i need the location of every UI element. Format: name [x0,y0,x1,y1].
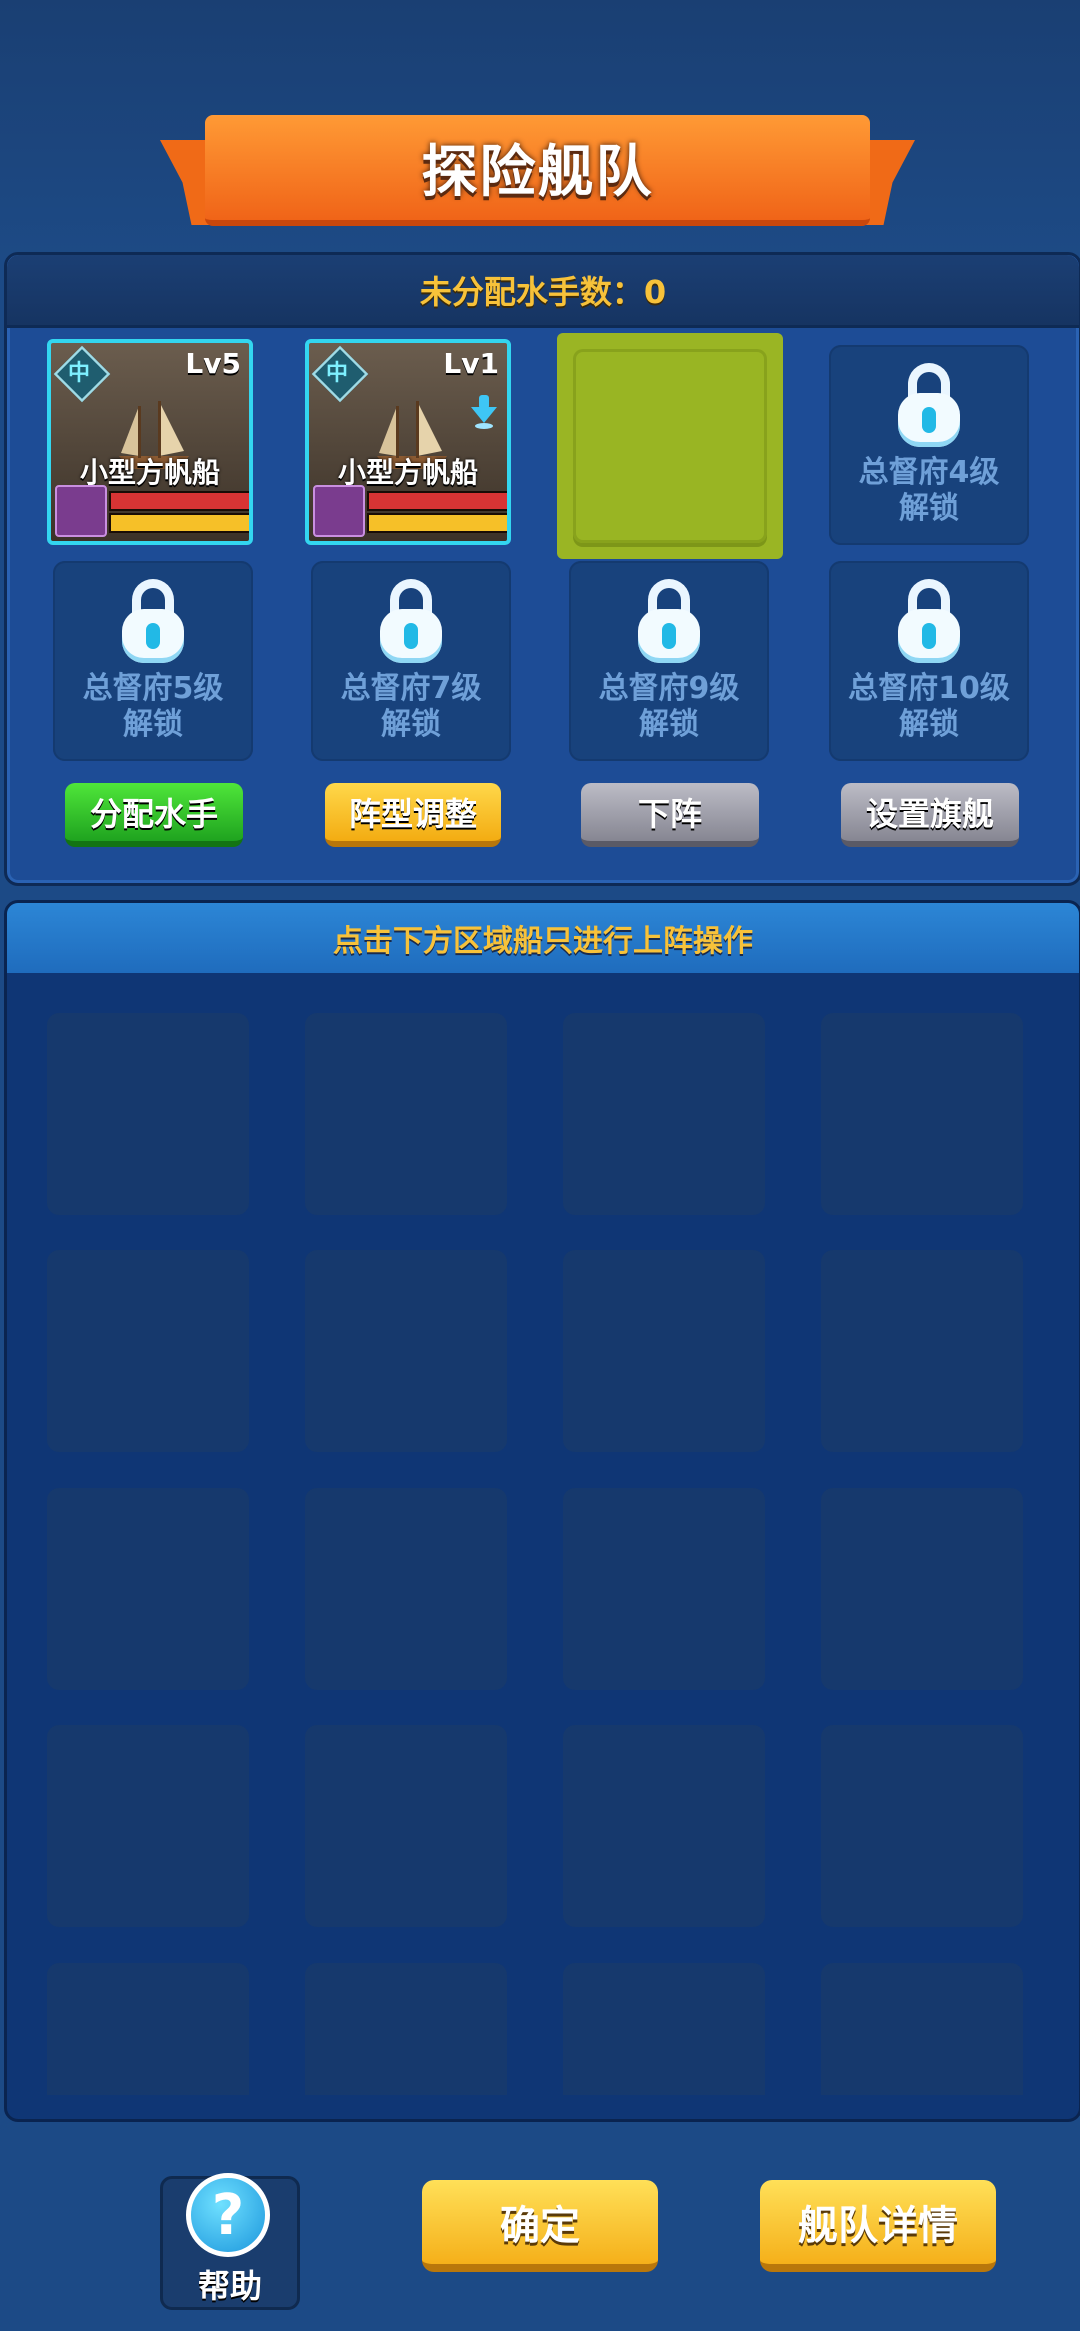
fleet-details-button[interactable]: 舰队详情 [760,2180,996,2272]
roster-cell[interactable] [47,1725,249,1927]
lock-icon [122,579,184,663]
roster-cell[interactable] [47,1013,249,1215]
captain-avatar [313,485,365,537]
roster-cell[interactable] [305,1725,507,1927]
unlock-requirement: 总督府5级 解锁 [82,671,224,742]
roster-cell[interactable] [821,1250,1023,1452]
confirm-button[interactable]: 确定 [422,2180,658,2272]
hp-bar [367,491,507,511]
assign-sailors-button[interactable]: 分配水手 [65,783,243,847]
roster-cell[interactable] [305,1963,507,2095]
roster-cell[interactable] [305,1488,507,1690]
exp-bar [367,513,507,533]
locked-slot-6[interactable]: 总督府7级 解锁 [311,561,511,761]
remove-from-formation-button[interactable]: 下阵 [581,783,759,847]
locked-slot-8[interactable]: 总督府10级 解锁 [829,561,1029,761]
roster-cell[interactable] [305,1250,507,1452]
unlock-requirement: 总督府4级 解锁 [858,455,1000,526]
ship-roster-panel: 点击下方区域船只进行上阵操作 [4,900,1080,2122]
ship-level: Lv5 [185,347,241,380]
hp-bar [109,491,249,511]
set-flagship-button[interactable]: 设置旗舰 [841,783,1019,847]
roster-hint: 点击下方区域船只进行上阵操作 [333,924,753,959]
locked-slot-4[interactable]: 总督府4级 解锁 [829,345,1029,545]
roster-cell[interactable] [563,1488,765,1690]
unassigned-sailor-count: 未分配水手数：0 [419,273,667,311]
roster-cell[interactable] [821,1488,1023,1690]
ship-grid[interactable] [7,973,1079,2095]
unlock-requirement: 总督府7级 解锁 [340,671,482,742]
roster-cell[interactable] [821,1013,1023,1215]
empty-slot-inner [573,349,767,543]
fleet-header: 未分配水手数：0 [7,255,1079,328]
roster-cell[interactable] [821,1725,1023,1927]
empty-formation-slot[interactable] [557,333,783,559]
ship-card-2[interactable]: 中 Lv1 小型方帆船 [305,339,511,545]
page-title: 探险舰队 [421,140,654,205]
exp-bar [109,513,249,533]
ship-card-1[interactable]: 中 Lv5 小型方帆船 [47,339,253,545]
roster-hint-bar: 点击下方区域船只进行上阵操作 [7,903,1079,973]
question-mark-icon: ? [186,2173,270,2257]
lock-icon [898,363,960,447]
unlock-requirement: 总督府10级 解锁 [848,671,1010,742]
fleet-panel: 未分配水手数：0 中 Lv5 小型方帆船 中 Lv1 小型方帆船 总督府4级 解… [4,252,1080,886]
roster-cell[interactable] [563,1013,765,1215]
title-ribbon: 探险舰队 [160,115,915,230]
locked-slot-5[interactable]: 总督府5级 解锁 [53,561,253,761]
lock-icon [638,579,700,663]
roster-cell[interactable] [563,1725,765,1927]
position-badge-label: 中 [67,361,90,386]
captain-avatar [55,485,107,537]
roster-cell[interactable] [47,1488,249,1690]
unlock-requirement: 总督府9级 解锁 [598,671,740,742]
help-label: 帮助 [197,2267,262,2305]
upgrade-arrow-icon [471,395,497,429]
position-badge-label: 中 [325,361,348,386]
roster-cell[interactable] [821,1963,1023,2095]
help-button[interactable]: ? 帮助 [160,2173,300,2310]
formation-adjust-button[interactable]: 阵型调整 [325,783,501,847]
roster-cell[interactable] [47,1963,249,2095]
lock-icon [380,579,442,663]
lock-icon [898,579,960,663]
ribbon-body: 探险舰队 [205,115,870,226]
locked-slot-7[interactable]: 总督府9级 解锁 [569,561,769,761]
roster-cell[interactable] [563,1250,765,1452]
roster-cell[interactable] [305,1013,507,1215]
ship-level: Lv1 [443,347,499,380]
roster-cell[interactable] [563,1963,765,2095]
roster-cell[interactable] [47,1250,249,1452]
